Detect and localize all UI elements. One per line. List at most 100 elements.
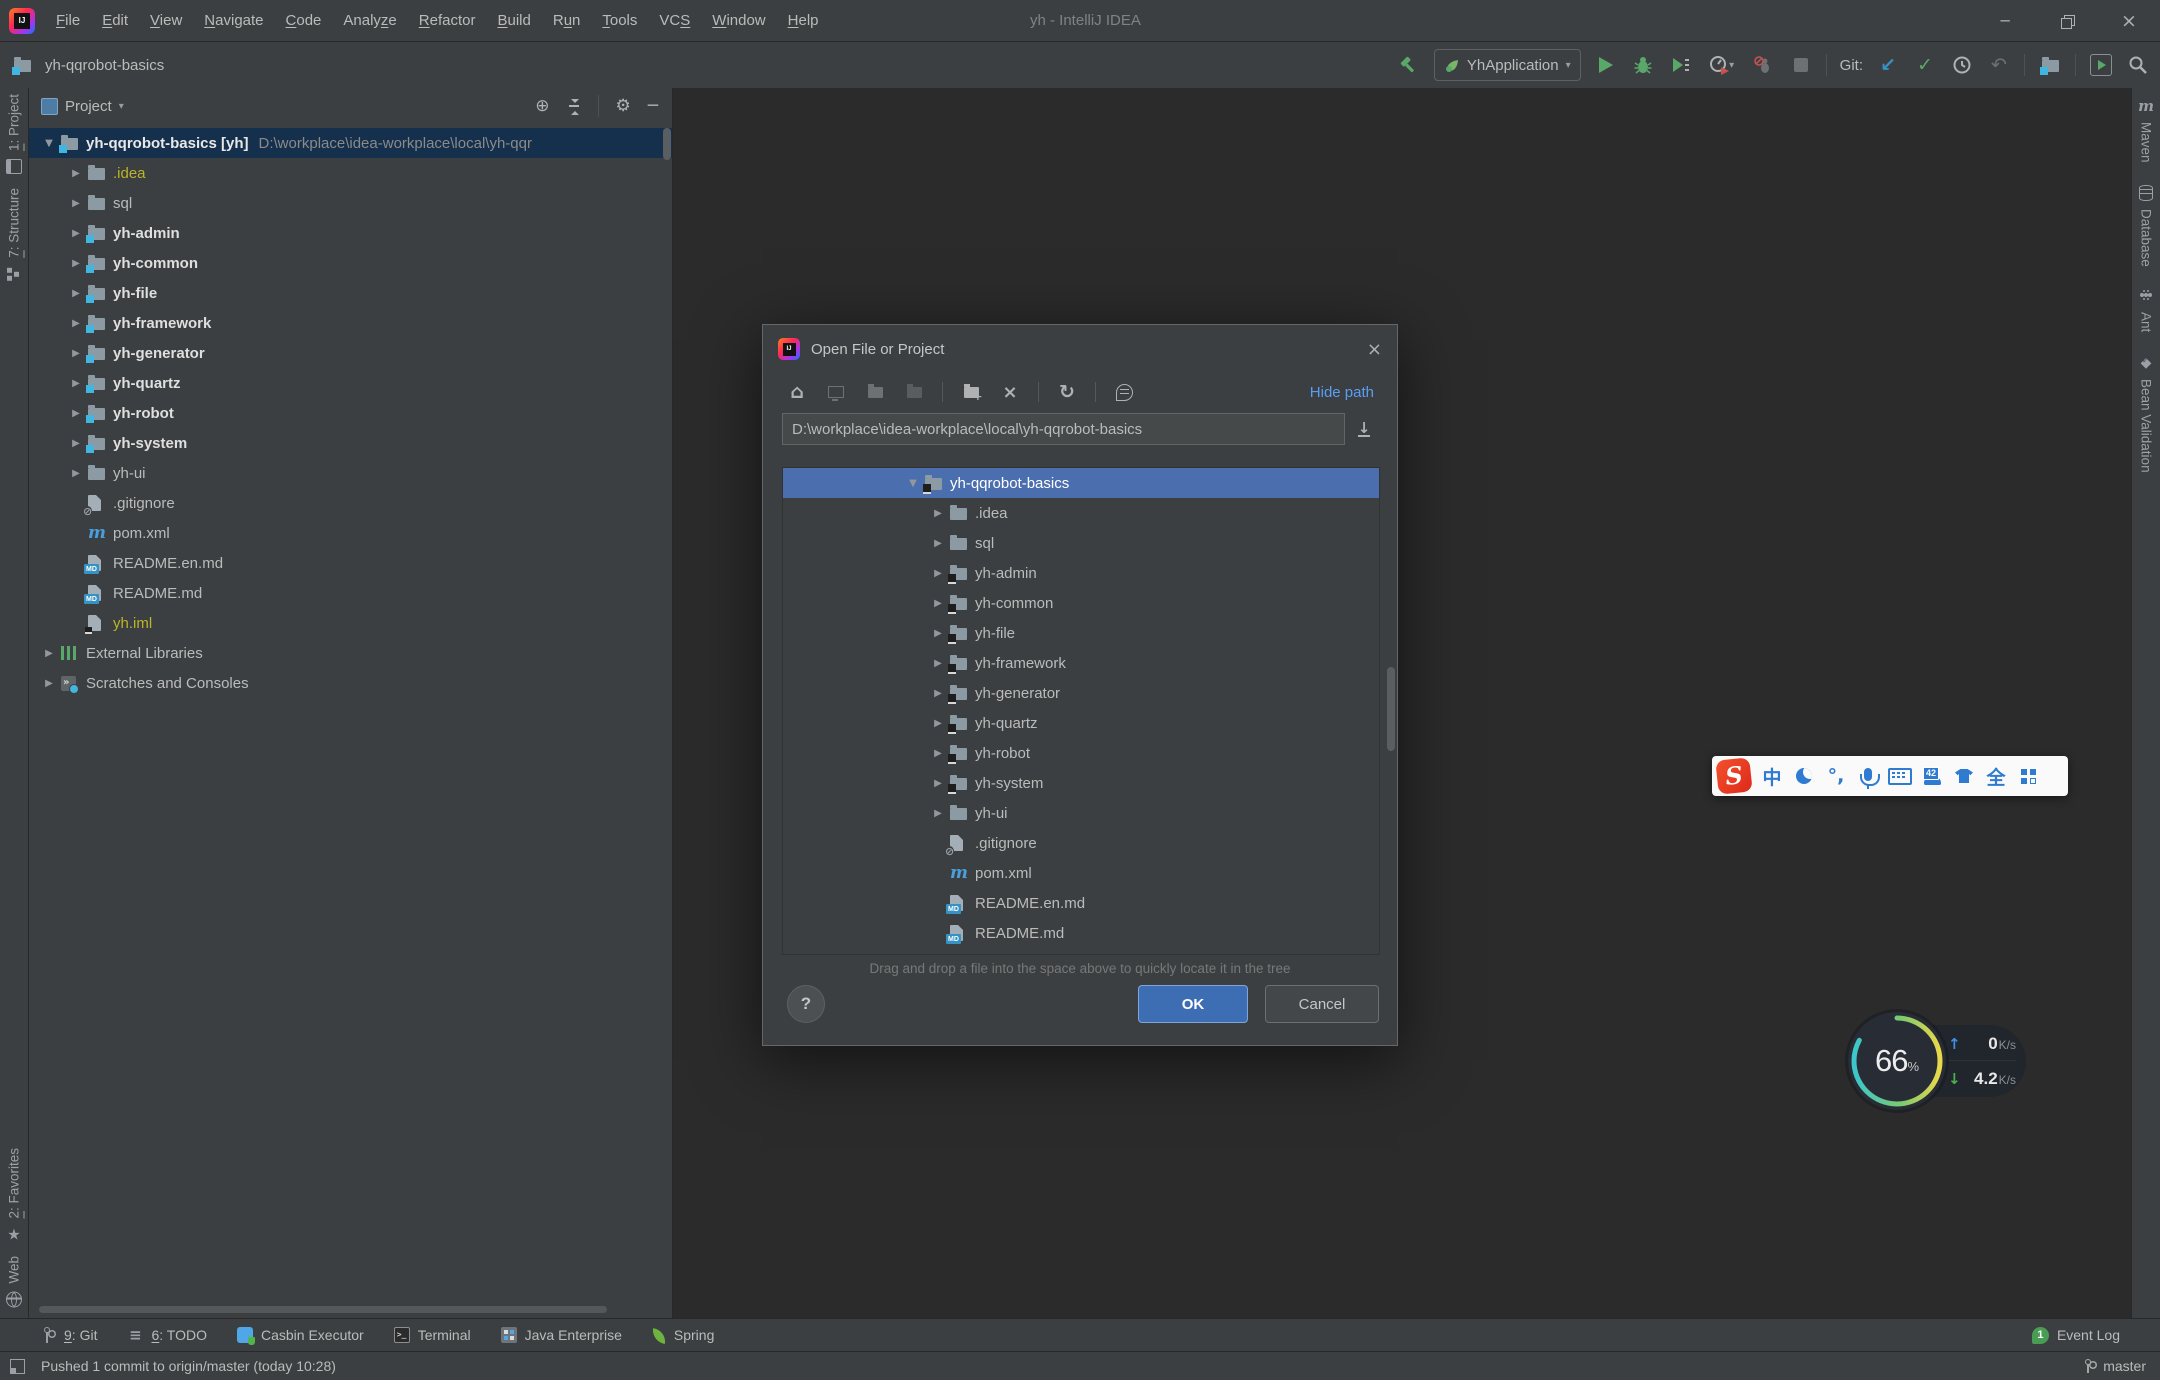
event-log-widget[interactable]: 1 Event Log <box>2032 1327 2120 1344</box>
run-with-coverage-button[interactable] <box>1668 53 1692 77</box>
tree-row-sql[interactable]: ▶sql <box>783 528 1379 558</box>
tree-row-yh-qqrobot-basics-yh[interactable]: ▼yh-qqrobot-basics [yh]D:\workplace\idea… <box>29 128 672 158</box>
project-directory-button[interactable] <box>864 381 886 403</box>
chevron-right-icon[interactable]: ▶ <box>64 438 88 449</box>
tree-row-yh-file[interactable]: ▶yh-file <box>29 278 672 308</box>
tree-row-yh-system[interactable]: ▶yh-system <box>783 768 1379 798</box>
chevron-right-icon[interactable]: ▶ <box>64 168 88 179</box>
tree-row-readme-en-md[interactable]: README.en.md <box>783 888 1379 918</box>
chevron-right-icon[interactable]: ▶ <box>926 568 950 579</box>
tool-window-toggle-icon[interactable] <box>10 1359 25 1374</box>
tool-window-button-ant[interactable]: Ant <box>2138 288 2154 332</box>
vertical-scrollbar-thumb[interactable] <box>663 128 671 160</box>
menu-item-refactor[interactable]: Refactor <box>408 0 487 41</box>
tree-row-yh-common[interactable]: ▶yh-common <box>29 248 672 278</box>
chevron-right-icon[interactable]: ▶ <box>64 228 88 239</box>
chevron-right-icon[interactable]: ▶ <box>37 678 61 689</box>
tree-row-yh-framework[interactable]: ▶yh-framework <box>783 648 1379 678</box>
build-hammer-button[interactable] <box>1397 53 1421 77</box>
tree-row-yh-ui[interactable]: ▶yh-ui <box>29 458 672 488</box>
project-panel-title[interactable]: Project <box>65 98 112 115</box>
collapse-all-button[interactable] <box>567 99 581 113</box>
tool-window-button-bean-validation[interactable]: Bean Validation <box>2138 355 2154 473</box>
chevron-down-icon[interactable]: ▼ <box>37 138 61 149</box>
tool-window-button-1-project[interactable]: 1: Project <box>6 94 22 174</box>
minimize-button[interactable]: ─ <box>1974 0 2036 41</box>
profiler-button[interactable]: ▾ <box>1705 53 1739 77</box>
punctuation-icon[interactable]: °, <box>1821 760 1851 792</box>
tree-row-yh-admin[interactable]: ▶yh-admin <box>29 218 672 248</box>
fullwidth-icon[interactable]: 全 <box>1981 760 2011 792</box>
chevron-right-icon[interactable]: ▶ <box>64 198 88 209</box>
menu-item-file[interactable]: File <box>45 0 91 41</box>
menu-item-navigate[interactable]: Navigate <box>193 0 274 41</box>
sogou-logo-icon[interactable]: S <box>1715 757 1752 794</box>
path-input[interactable] <box>782 413 1345 445</box>
chevron-right-icon[interactable]: ▶ <box>64 378 88 389</box>
desktop-directory-button[interactable] <box>825 381 847 403</box>
ok-button[interactable]: OK <box>1138 985 1248 1023</box>
hide-path-link[interactable]: Hide path <box>1310 384 1374 401</box>
dialog-close-button[interactable]: × <box>1367 339 1382 360</box>
toolbox-icon[interactable] <box>2013 760 2043 792</box>
menu-item-edit[interactable]: Edit <box>91 0 139 41</box>
path-dropdown-button[interactable]: ↓ <box>1350 414 1378 444</box>
hide-panel-button[interactable]: ─ <box>648 96 658 116</box>
tree-row-readme-en-md[interactable]: README.en.md <box>29 548 672 578</box>
project-structure-button[interactable] <box>2038 53 2062 77</box>
tree-row-yh-framework[interactable]: ▶yh-framework <box>29 308 672 338</box>
tree-row-yh-admin[interactable]: ▶yh-admin <box>783 558 1379 588</box>
tree-row-readme-md[interactable]: README.md <box>783 918 1379 948</box>
run-button[interactable] <box>1594 53 1618 77</box>
settings-gear-button[interactable]: ⚙ <box>616 96 631 116</box>
chevron-right-icon[interactable]: ▶ <box>926 628 950 639</box>
tree-row-yh-robot[interactable]: ▶yh-robot <box>783 738 1379 768</box>
tree-row-yh-quartz[interactable]: ▶yh-quartz <box>29 368 672 398</box>
home-directory-button[interactable]: ⌂ <box>786 381 808 403</box>
chevron-down-icon[interactable]: ▼ <box>901 478 925 489</box>
skin-icon[interactable] <box>1949 760 1979 792</box>
menu-item-help[interactable]: Help <box>777 0 830 41</box>
menu-item-run[interactable]: Run <box>542 0 592 41</box>
tree-row-gitignore[interactable]: .gitignore <box>783 828 1379 858</box>
chevron-right-icon[interactable]: ▶ <box>926 538 950 549</box>
tree-row-yh-ui[interactable]: ▶yh-ui <box>783 798 1379 828</box>
tool-window-button-9-git[interactable]: 9: Git <box>40 1327 97 1343</box>
chevron-right-icon[interactable]: ▶ <box>926 778 950 789</box>
tool-window-button-terminal[interactable]: Terminal <box>394 1327 471 1343</box>
chevron-right-icon[interactable]: ▶ <box>926 808 950 819</box>
breadcrumb[interactable]: yh-qqrobot-basics <box>14 42 164 88</box>
tree-row-yh-iml[interactable]: yh.iml <box>783 948 1379 955</box>
rollback-button[interactable]: ↶ <box>1987 53 2011 77</box>
tree-row-external-libraries[interactable]: ▶External Libraries <box>29 638 672 668</box>
cancel-button[interactable]: Cancel <box>1265 985 1379 1023</box>
tree-row-idea[interactable]: ▶.idea <box>29 158 672 188</box>
tree-row-yh-iml[interactable]: yh.iml <box>29 608 672 638</box>
locate-file-button[interactable]: ⊕ <box>535 96 549 116</box>
chevron-right-icon[interactable]: ▶ <box>926 658 950 669</box>
tree-row-yh-robot[interactable]: ▶yh-robot <box>29 398 672 428</box>
tree-row-gitignore[interactable]: .gitignore <box>29 488 672 518</box>
chevron-right-icon[interactable]: ▶ <box>64 468 88 479</box>
tool-window-button-7-structure[interactable]: 7: Structure <box>6 188 22 282</box>
soft-keyboard-icon[interactable] <box>1885 760 1915 792</box>
delete-button[interactable]: × <box>999 381 1021 403</box>
tree-row-yh-file[interactable]: ▶yh-file <box>783 618 1379 648</box>
chevron-right-icon[interactable]: ▶ <box>926 688 950 699</box>
tool-window-button-java-enterprise[interactable]: Java Enterprise <box>501 1327 622 1343</box>
chevron-right-icon[interactable]: ▶ <box>926 718 950 729</box>
menu-item-vcs[interactable]: VCS <box>648 0 701 41</box>
chevron-down-icon[interactable]: ▾ <box>119 101 124 112</box>
tree-row-pom-xml[interactable]: mpom.xml <box>29 518 672 548</box>
menu-item-build[interactable]: Build <box>486 0 541 41</box>
tool-window-button-2-favorites[interactable]: ★2: Favorites <box>6 1148 22 1243</box>
menu-item-tools[interactable]: Tools <box>591 0 648 41</box>
microphone-icon[interactable] <box>1853 760 1883 792</box>
chinese-mode-icon[interactable]: 中 <box>1757 760 1787 792</box>
chevron-right-icon[interactable]: ▶ <box>64 258 88 269</box>
tree-row-sql[interactable]: ▶sql <box>29 188 672 218</box>
close-button[interactable]: × <box>2098 0 2160 41</box>
tool-window-button-casbin-executor[interactable]: Casbin Executor <box>237 1327 364 1343</box>
new-folder-button[interactable]: + <box>960 381 982 403</box>
commit-button[interactable]: ✓ <box>1913 53 1937 77</box>
